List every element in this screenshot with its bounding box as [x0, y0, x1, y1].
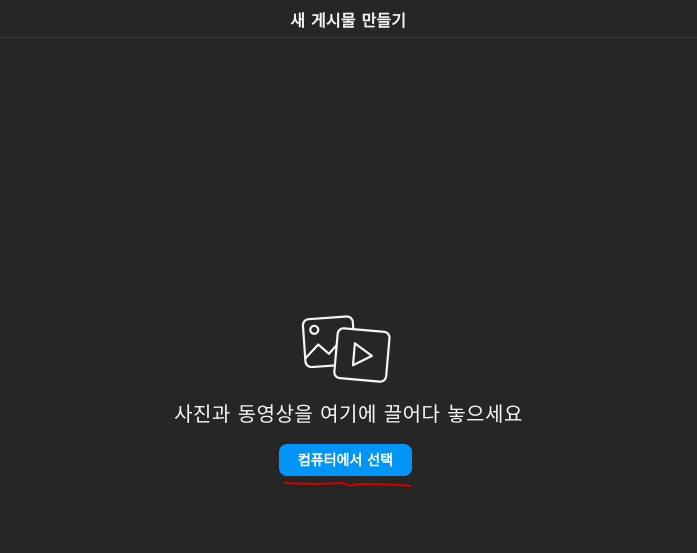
dialog-title: 새 게시물 만들기	[290, 10, 407, 30]
video-icon	[333, 327, 391, 383]
drop-instruction: 사진과 동영상을 여기에 끌어다 놓으세요	[174, 402, 523, 426]
dialog-header: 새 게시물 만들기	[0, 0, 697, 38]
select-from-computer-button[interactable]: 컴퓨터에서 선택	[279, 444, 412, 476]
red-underline-annotation	[284, 481, 411, 487]
upload-area[interactable]: 사진과 동영상을 여기에 끌어다 놓으세요 컴퓨터에서 선택	[0, 38, 697, 553]
create-post-dialog: 새 게시물 만들기 사진과 동영상을 여기에 끌어다 놓으세요 컴퓨터에서 선택	[0, 0, 697, 553]
photo-video-icon	[301, 315, 391, 383]
